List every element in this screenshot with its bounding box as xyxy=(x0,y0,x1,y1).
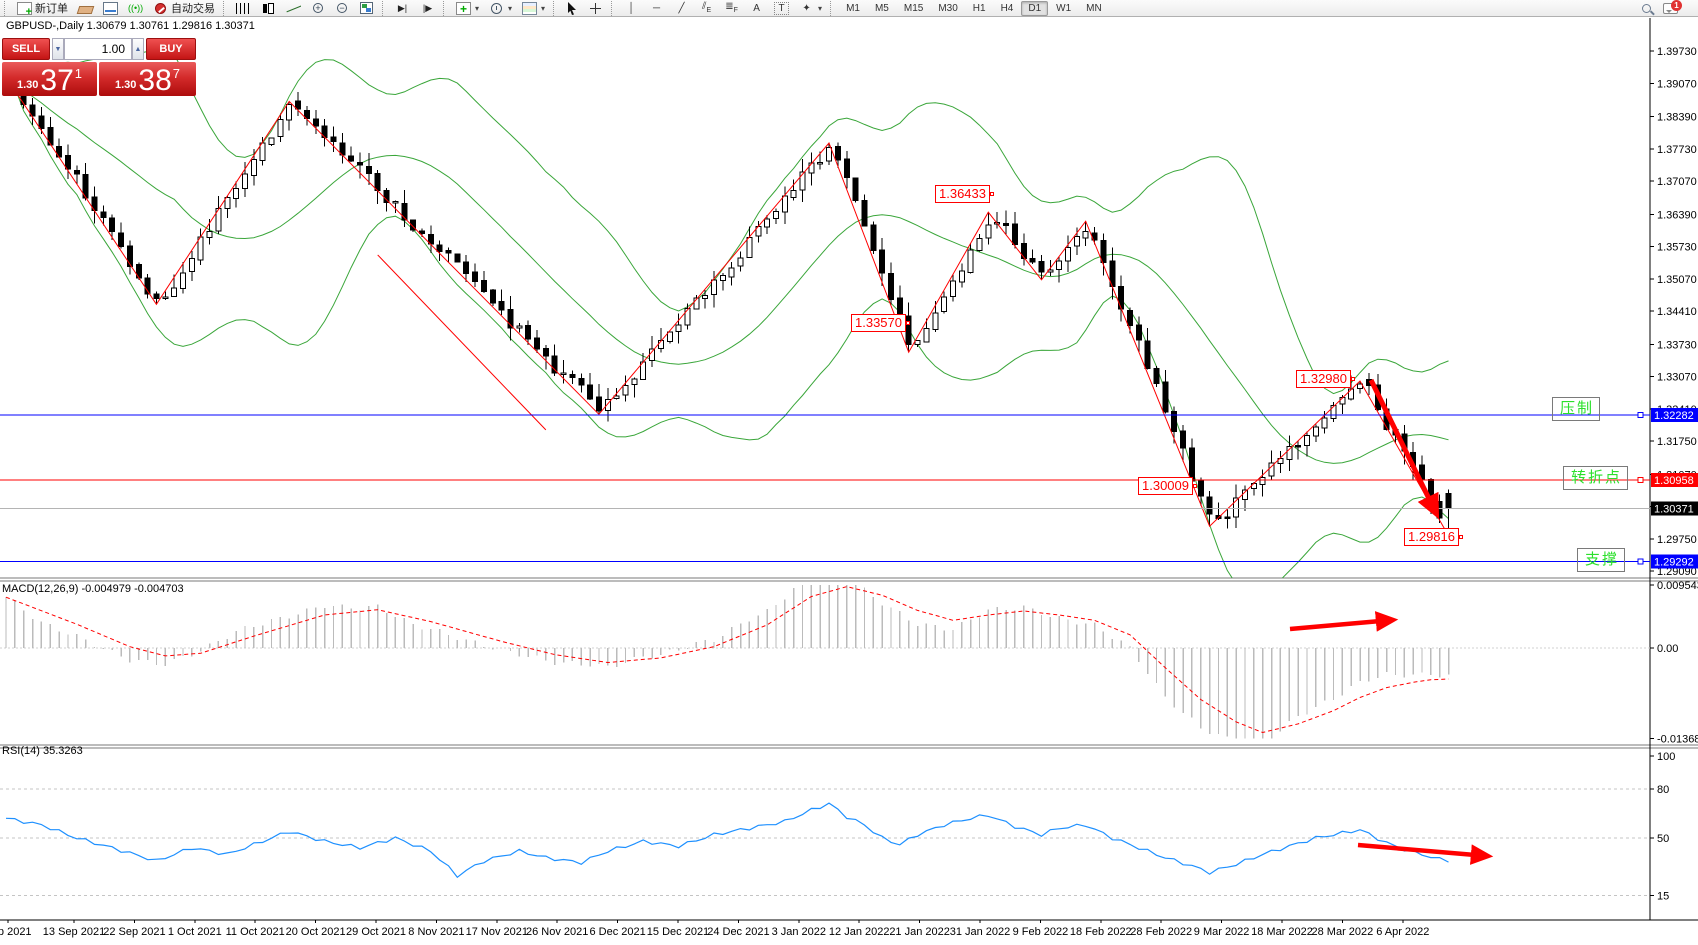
sell-price-sup: 1 xyxy=(75,66,82,81)
svg-text:1.37730: 1.37730 xyxy=(1657,144,1697,156)
sell-price-prefix: 1.30 xyxy=(17,79,38,91)
trend-arrows[interactable] xyxy=(1290,380,1487,856)
volume-increase-button[interactable]: ▲ xyxy=(132,38,144,60)
svg-text:1.29292: 1.29292 xyxy=(1654,556,1694,568)
svg-text:1.32282: 1.32282 xyxy=(1654,410,1694,422)
price-callout[interactable]: 1.36433 xyxy=(935,185,990,203)
macd-signal-line xyxy=(6,587,1449,733)
chevron-down-icon: ▼ xyxy=(55,46,62,53)
svg-text:9 Mar 2022: 9 Mar 2022 xyxy=(1194,926,1250,938)
callout-anchor xyxy=(1193,484,1197,488)
bollinger-bands xyxy=(6,51,1449,596)
chevron-up-icon: ▲ xyxy=(135,46,142,53)
svg-text:13 Sep 2021: 13 Sep 2021 xyxy=(43,926,105,938)
price-callout[interactable]: 1.33570 xyxy=(851,314,906,332)
rsi-pane-label: RSI(14) 35.3263 xyxy=(2,745,83,757)
svg-text:1.37070: 1.37070 xyxy=(1657,176,1697,188)
svg-text:-0.013684: -0.013684 xyxy=(1657,733,1698,745)
callout-anchor xyxy=(1459,535,1463,539)
svg-text:28 Feb 2022: 28 Feb 2022 xyxy=(1130,926,1192,938)
svg-text:80: 80 xyxy=(1657,784,1669,796)
resistance-zone-label[interactable]: 压制 xyxy=(1552,397,1600,421)
svg-text:15 Dec 2021: 15 Dec 2021 xyxy=(647,926,709,938)
buy-price-display[interactable]: 1.30 38 7 xyxy=(99,62,196,96)
svg-text:12 Jan 2022: 12 Jan 2022 xyxy=(829,926,890,938)
support-zone-label[interactable]: 支撑 xyxy=(1577,548,1625,572)
buy-button[interactable]: BUY xyxy=(146,38,196,60)
svg-text:50: 50 xyxy=(1657,833,1669,845)
svg-text:18 Mar 2022: 18 Mar 2022 xyxy=(1251,926,1313,938)
svg-text:1.35070: 1.35070 xyxy=(1657,274,1697,286)
price-axis[interactable]: 1.39730 1.39070 1.38390 1.37730 1.37070 1.363… xyxy=(1650,46,1698,902)
sell-price-display[interactable]: 1.30 37 1 xyxy=(2,62,97,96)
volume-input[interactable]: 1.00 xyxy=(64,38,132,60)
sell-price-big: 37 xyxy=(40,67,73,95)
indicator-levels xyxy=(0,648,1650,895)
svg-text:18 Feb 2022: 18 Feb 2022 xyxy=(1070,926,1132,938)
sell-button[interactable]: SELL xyxy=(2,38,50,60)
macd-histogram xyxy=(6,585,1449,738)
svg-text:28 Mar 2022: 28 Mar 2022 xyxy=(1312,926,1374,938)
svg-text:17 Nov 2021: 17 Nov 2021 xyxy=(466,926,528,938)
price-callout[interactable]: 1.29816 xyxy=(1404,528,1459,546)
svg-text:1.36390: 1.36390 xyxy=(1657,209,1697,221)
svg-text:1.39070: 1.39070 xyxy=(1657,78,1697,90)
svg-text:1.30958: 1.30958 xyxy=(1654,475,1694,487)
svg-text:21 Jan 2022: 21 Jan 2022 xyxy=(889,926,950,938)
svg-text:31 Jan 2022: 31 Jan 2022 xyxy=(950,926,1011,938)
zigzag-line[interactable] xyxy=(6,77,1449,536)
svg-text:1.31750: 1.31750 xyxy=(1657,436,1697,448)
svg-text:6 Dec 2021: 6 Dec 2021 xyxy=(589,926,645,938)
svg-text:1.33070: 1.33070 xyxy=(1657,372,1697,384)
time-axis[interactable]: Sep 2021 13 Sep 202122 Sep 20211 Oct 2021… xyxy=(0,920,1429,938)
svg-text:9 Feb 2022: 9 Feb 2022 xyxy=(1013,926,1069,938)
svg-text:8 Nov 2021: 8 Nov 2021 xyxy=(408,926,464,938)
svg-text:11 Oct 2021: 11 Oct 2021 xyxy=(226,926,285,938)
buy-price-sup: 7 xyxy=(173,66,180,81)
turning-point-zone-label[interactable]: 转折点 xyxy=(1563,466,1628,490)
svg-text:3 Jan 2022: 3 Jan 2022 xyxy=(772,926,826,938)
buy-price-prefix: 1.30 xyxy=(115,79,136,91)
callout-anchor xyxy=(990,192,994,196)
svg-text:1.33730: 1.33730 xyxy=(1657,339,1697,351)
callout-anchor xyxy=(1351,377,1355,381)
svg-text:1 Oct 2021: 1 Oct 2021 xyxy=(168,926,222,938)
chart-canvas[interactable]: 1.39730 1.39070 1.38390 1.37730 1.37070 1.363… xyxy=(0,0,1698,945)
rsi-line xyxy=(6,803,1449,877)
svg-text:26 Nov 2021: 26 Nov 2021 xyxy=(526,926,588,938)
macd-pane-label: MACD(12,26,9) -0.004979 -0.004703 xyxy=(2,583,184,595)
svg-text:6 Apr 2022: 6 Apr 2022 xyxy=(1376,926,1429,938)
svg-text:1.35730: 1.35730 xyxy=(1657,242,1697,254)
candles xyxy=(4,75,1452,536)
price-callout[interactable]: 1.30009 xyxy=(1138,477,1193,495)
price-callout[interactable]: 1.32980 xyxy=(1296,370,1351,388)
svg-text:22 Sep 2021: 22 Sep 2021 xyxy=(103,926,165,938)
svg-text:1.38390: 1.38390 xyxy=(1657,112,1697,124)
svg-text:24 Dec 2021: 24 Dec 2021 xyxy=(707,926,769,938)
svg-text:1.34410: 1.34410 xyxy=(1657,306,1697,318)
svg-text:20 Oct 2021: 20 Oct 2021 xyxy=(286,926,346,938)
svg-text:29 Oct 2021: 29 Oct 2021 xyxy=(346,926,406,938)
svg-text:100: 100 xyxy=(1657,751,1675,763)
svg-text:1.29750: 1.29750 xyxy=(1657,534,1697,546)
svg-text:Sep 2021: Sep 2021 xyxy=(0,926,32,938)
callout-anchor xyxy=(906,321,910,325)
svg-text:0.009543: 0.009543 xyxy=(1657,580,1698,592)
symbol-info: GBPUSD-,Daily 1.30679 1.30761 1.29816 1.… xyxy=(6,20,255,32)
volume-decrease-button[interactable]: ▼ xyxy=(52,38,64,60)
svg-text:15: 15 xyxy=(1657,890,1669,902)
buy-price-big: 38 xyxy=(138,67,171,95)
svg-text:0.00: 0.00 xyxy=(1657,643,1678,655)
svg-text:1.30371: 1.30371 xyxy=(1654,504,1694,516)
svg-text:1.39730: 1.39730 xyxy=(1657,46,1697,58)
mt4-window: 新订单 ((•)) 自动交易 + − ▶| |▶ ▾ ▾ ▾ │ ─ ╱ ⫽E … xyxy=(0,0,1698,945)
